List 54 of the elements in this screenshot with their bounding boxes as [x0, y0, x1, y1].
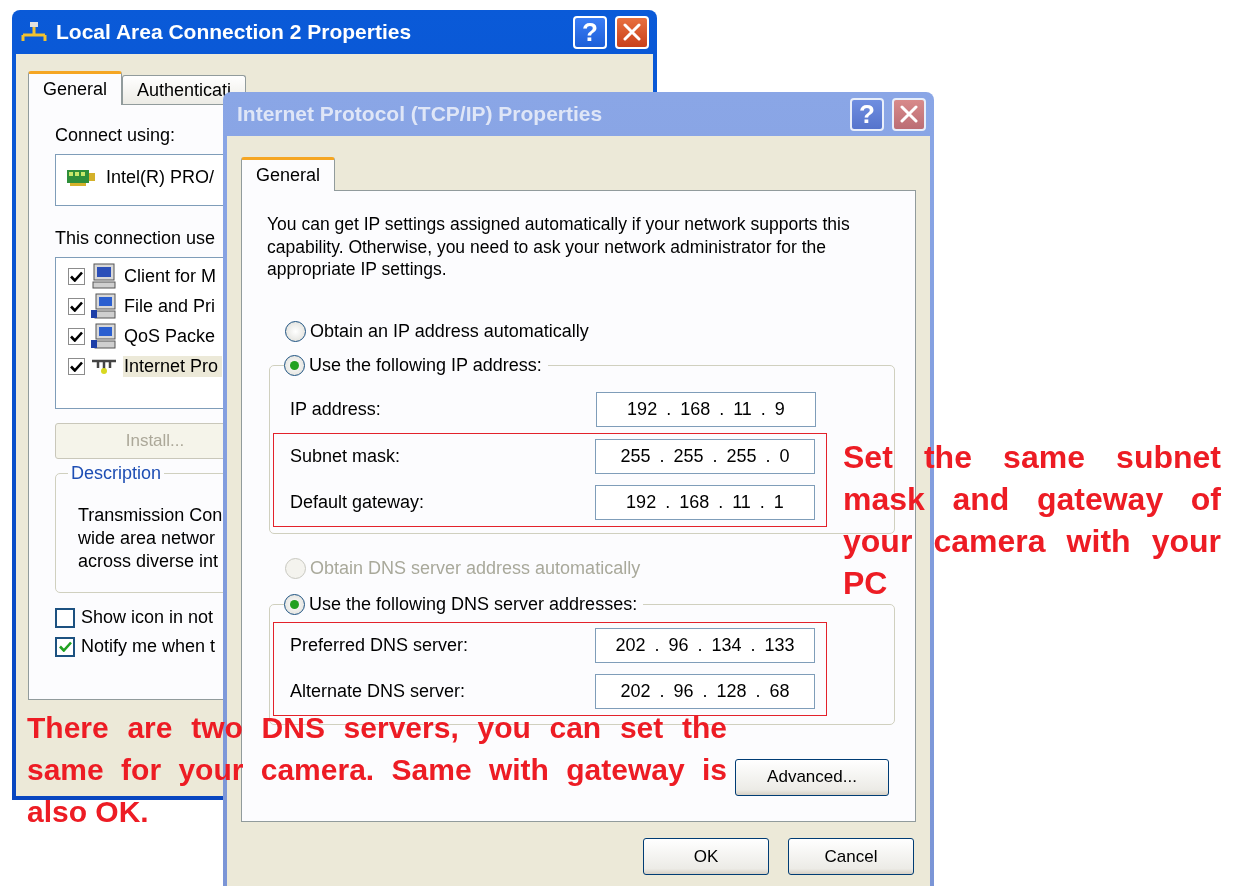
computer-icon	[91, 323, 117, 349]
window-title: Local Area Connection 2 Properties	[56, 20, 413, 44]
check-icon	[70, 330, 83, 342]
checkbox[interactable]	[68, 267, 85, 285]
advanced-button[interactable]: Advanced...	[735, 758, 889, 796]
ip-field[interactable]: 192 . 168 . 11 . 1	[595, 485, 815, 520]
ip-field[interactable]: 255 . 255 . 255 . 0	[595, 439, 815, 474]
radio-label: Use the following DNS server addresses:	[309, 594, 638, 615]
radio-button[interactable]	[284, 355, 305, 376]
checkbox-label: Notify me when t	[81, 636, 216, 657]
list-item[interactable]: Client for M	[123, 265, 221, 287]
group-label: Description	[68, 463, 165, 484]
radio-label: Obtain an IP address automatically	[310, 321, 589, 342]
check-icon	[70, 300, 83, 312]
checkbox[interactable]	[68, 327, 85, 345]
radio-label: Use the following IP address:	[309, 355, 542, 376]
checkbox[interactable]	[68, 297, 85, 315]
annotation-text: There are two DNS servers, you can set the same for your camera. Same with gateway is also OK.	[27, 710, 727, 830]
list-item[interactable]: Internet Pro	[123, 355, 223, 377]
tab[interactable]: Authenticati	[122, 75, 247, 104]
radio-label: Obtain DNS server address automatically	[310, 558, 641, 579]
field-label: IP address:	[290, 399, 382, 420]
tab[interactable]: General	[28, 71, 123, 105]
annotation-text: Set the same subnet mask and gateway of your camera with your PC	[843, 438, 1221, 603]
list-item[interactable]: QoS Packe	[123, 325, 220, 347]
checkbox[interactable]	[68, 357, 85, 375]
checkbox[interactable]	[55, 607, 75, 628]
field-label: This connection use	[55, 228, 216, 249]
close-icon	[900, 105, 918, 123]
computer-icon	[91, 263, 117, 289]
intro-text: You can get IP settings assigned automatically if your network supports this capability. Otherwise, you need to ask your network administrator for the appropriate IP settings.	[267, 213, 851, 281]
check-icon	[70, 360, 83, 372]
field-label: Subnet mask:	[290, 446, 402, 467]
help-button[interactable]: ?	[573, 15, 607, 49]
list-item[interactable]: File and Pri	[123, 295, 220, 317]
field-label: Default gateway:	[290, 492, 426, 513]
check-icon	[58, 641, 72, 652]
ip-field[interactable]: 202 . 96 . 134 . 133	[595, 628, 815, 663]
check-icon	[70, 270, 83, 282]
checkbox-label: Show icon in not	[81, 607, 214, 628]
radio-button[interactable]	[285, 321, 306, 342]
field-label: Alternate DNS server:	[290, 681, 467, 702]
close-icon	[623, 23, 641, 41]
description-text: Transmission Con wide area networ across diverse int	[78, 504, 223, 573]
field-label: Connect using:	[55, 125, 176, 146]
ip-field[interactable]: 202 . 96 . 128 . 68	[595, 674, 815, 709]
window-title: Internet Protocol (TCP/IP) Properties	[237, 102, 604, 126]
network-card-icon	[66, 167, 96, 187]
ip-field[interactable]: 192 . 168 . 11 . 9	[596, 392, 816, 427]
field-label: Preferred DNS server:	[290, 635, 470, 656]
checkbox[interactable]	[55, 636, 75, 657]
network-icon	[20, 21, 48, 43]
radio-button[interactable]	[284, 594, 305, 615]
computer-icon	[91, 293, 117, 319]
